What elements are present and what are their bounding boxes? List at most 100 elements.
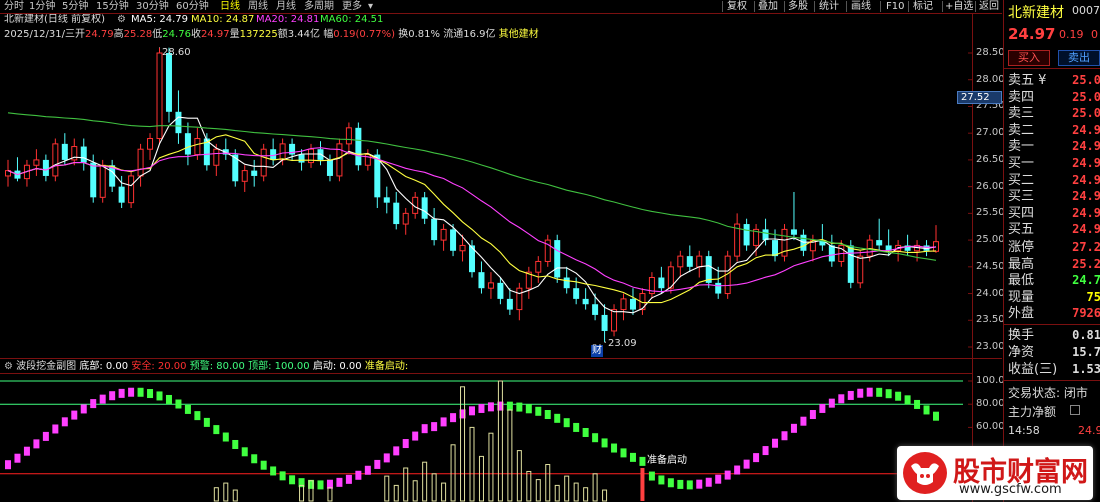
price-tick-label: 23.50 [976, 314, 1005, 326]
candle-body-down [383, 197, 390, 203]
oscillator-step [658, 475, 665, 485]
extra-row: 净资 15.7 [1008, 344, 1100, 361]
oscillator-step [14, 453, 21, 463]
price-tick-label: 26.50 [976, 153, 1005, 165]
candle-body-down [393, 202, 400, 225]
stat-row-label: 外盘 [1008, 306, 1035, 321]
sell-button[interactable]: 卖出 [1058, 50, 1100, 66]
oscillator-step [487, 402, 494, 412]
launch-bar [507, 409, 513, 502]
oscillator-step [61, 417, 68, 427]
launch-bar [299, 484, 305, 502]
extra-row-label: 收益(三) [1008, 362, 1058, 377]
oscillator-step [251, 454, 258, 464]
candle-body-down [450, 229, 457, 251]
oscillator-step [648, 471, 655, 481]
candlestick-chart[interactable] [0, 0, 1002, 502]
oscillator-step [109, 391, 116, 401]
bid-row-label: 买一 [1008, 156, 1035, 171]
oscillator-step [895, 391, 902, 401]
oscillator-step [383, 453, 390, 463]
launch-bar [535, 479, 541, 502]
stat-row-value: 7926 [1072, 306, 1100, 320]
candle-body-up [52, 143, 59, 177]
stat-row-label: 现量 [1008, 289, 1035, 305]
ask-row: 卖四 25.0 [1008, 89, 1100, 106]
launch-bar [469, 426, 475, 502]
oscillator-step [289, 475, 296, 485]
oscillator-step [270, 466, 277, 476]
launch-bar [478, 455, 484, 502]
oscillator-step [904, 395, 911, 405]
buy-button[interactable]: 买入 [1008, 50, 1050, 66]
launch-bar [554, 484, 560, 502]
stock-code: 0007 [1072, 4, 1100, 17]
bid-row-label: 买三 [1008, 189, 1035, 204]
ask-row: 卖一 24.9 [1008, 138, 1100, 155]
ready-launch-bar [640, 468, 645, 501]
extra-row-value: 15.7 [1072, 345, 1100, 359]
bid-row-value: 24.9 [1072, 189, 1100, 203]
indicator-tick-label: 80.00 [976, 398, 1005, 410]
ask-row-label: 卖五 ¥ [1008, 73, 1047, 88]
price-tick-label: 25.50 [976, 207, 1005, 219]
bid-row-label: 买五 [1008, 222, 1035, 237]
oscillator-step [260, 460, 267, 470]
candle-body-up [535, 260, 542, 273]
net-flow-icon[interactable] [1070, 405, 1080, 415]
oscillator-step [866, 387, 873, 397]
oscillator-step [355, 470, 362, 480]
indicator-settings-icon[interactable]: ⚙ [4, 361, 13, 372]
oscillator-step [345, 474, 352, 484]
candle-body-down [743, 224, 750, 246]
stat-row-label: 最低 [1008, 273, 1035, 288]
candle-body-down [847, 245, 854, 283]
quote-panel: 北新建材 0007 24.97 0.19 0 买入 卖出 卖五 ¥ 25.0 卖四 2… [1003, 0, 1100, 502]
ask-row-label: 卖三 [1008, 106, 1035, 121]
candle-body-down [554, 240, 561, 278]
watermark-url: www.gscfw.com [959, 482, 1062, 497]
bid-row: 买二 24.9 [1008, 172, 1100, 189]
oscillator-step [450, 413, 457, 423]
tick-price: 24.9 [1078, 424, 1100, 437]
oscillator-step [828, 398, 835, 408]
candle-body-down [42, 159, 49, 176]
oscillator-step [838, 394, 845, 404]
launch-bar [384, 475, 390, 502]
candle-body-up [194, 138, 201, 156]
candle-body-down [421, 197, 428, 219]
candle-body-up [128, 175, 135, 204]
indicator-item-top: 顶部: 100.00 [248, 361, 310, 372]
price-pct: 0 [1091, 28, 1098, 41]
launch-bar [573, 482, 579, 502]
candle-body-up [487, 282, 494, 289]
oscillator-step [914, 399, 921, 409]
watermark: 股市财富网 www.gscfw.com [897, 446, 1093, 500]
launch-bar [450, 444, 456, 502]
candle-body-up [345, 127, 352, 145]
candle-body-down [828, 245, 835, 262]
candle-body-up [620, 298, 627, 311]
oscillator-step [33, 439, 40, 449]
candle-body-down [80, 146, 87, 163]
candle-body-up [857, 255, 864, 284]
stat-row-value: 75 [1086, 289, 1100, 304]
ask-row-value: 24.9 [1072, 122, 1100, 137]
candle-body-down [658, 277, 665, 289]
candle-body-up [402, 212, 409, 225]
launch-bar [526, 470, 532, 502]
price-change: 0.19 [1059, 28, 1084, 41]
launch-bar [393, 484, 399, 502]
oscillator-step [573, 422, 580, 432]
oscillator-step [374, 459, 381, 469]
oscillator-step [80, 404, 87, 414]
bid-row-value: 24.9 [1072, 222, 1100, 236]
indicator-item-bottom: 底部: 0.00 [79, 361, 129, 372]
price-tick-label: 25.00 [976, 234, 1005, 246]
candle-body-up [147, 138, 154, 150]
stat-row: 最低 24.7 [1008, 272, 1100, 289]
launch-bar [412, 480, 418, 502]
indicator-item-safe: 安全: 20.00 [131, 361, 187, 372]
oscillator-step [923, 405, 930, 415]
financial-report-marker[interactable]: 财 [591, 345, 603, 357]
